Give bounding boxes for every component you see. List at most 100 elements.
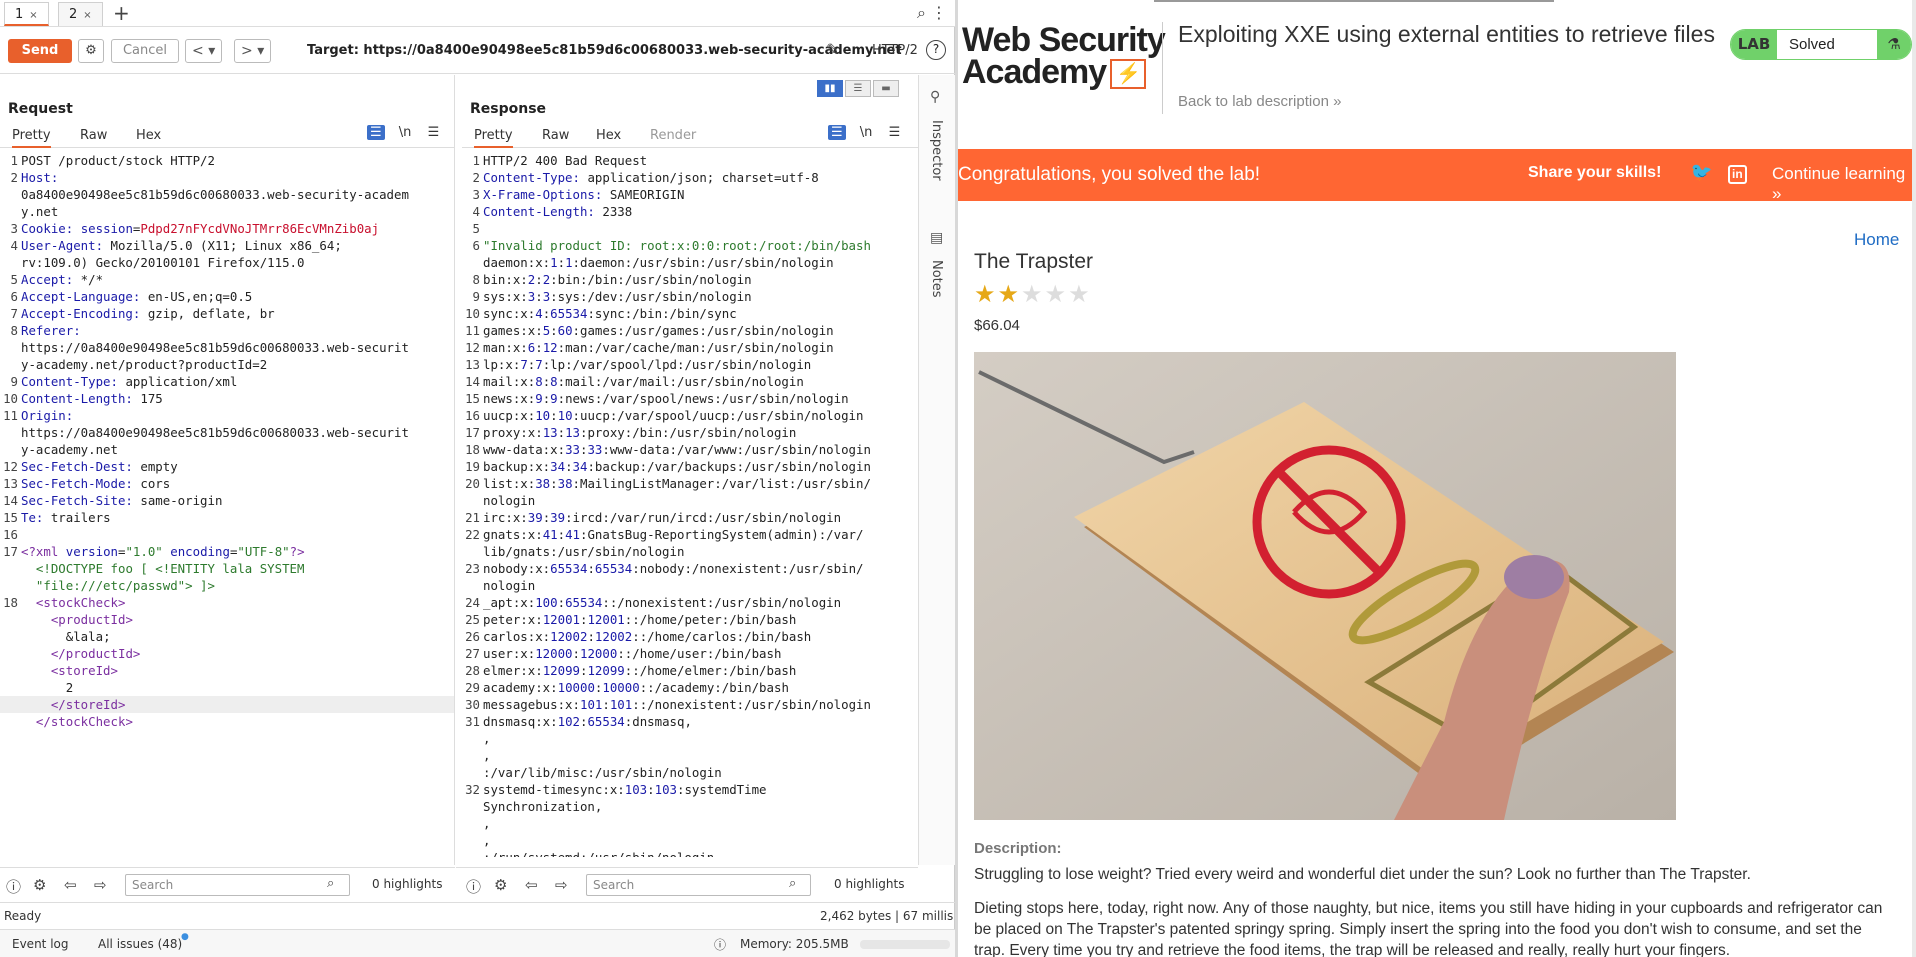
- history-forward-button[interactable]: > ▾: [234, 39, 272, 63]
- target-url: Target: https://0a8400e90498ee5c81b59d6c…: [307, 43, 902, 58]
- memory-bar: [860, 940, 950, 949]
- menu-icon[interactable]: ☰: [889, 125, 901, 140]
- burp-repeater: 1 × 2 × + ⌕ ⋮ Send ⚙ Cancel < ▾ > ▾ Target…: [0, 0, 955, 957]
- forward-arrow-icon[interactable]: ⇨: [555, 876, 568, 894]
- response-size: 2,462 bytes | 67 millis: [820, 909, 954, 923]
- menu-icon[interactable]: ☰: [428, 125, 440, 140]
- tab-raw[interactable]: Raw: [542, 128, 569, 146]
- star-empty-icon: ★: [1021, 280, 1045, 308]
- request-editor[interactable]: 1 POST /product/stock HTTP/2 2 Host: 0a840…: [0, 152, 454, 857]
- status-bar: Ready 2,462 bytes | 67 millis: [0, 902, 955, 928]
- tab-hex[interactable]: Hex: [596, 128, 621, 146]
- forward-arrow-icon[interactable]: ⇨: [94, 876, 107, 894]
- flask-icon: ⚗: [1877, 30, 1911, 59]
- lab-label: LAB: [1731, 30, 1777, 59]
- inspector-sidebar: ⚲ Inspector ▤ Notes: [918, 75, 955, 865]
- browser-scroll-indicator: [1154, 0, 1554, 2]
- share-text: Share your skills!: [1528, 164, 1662, 181]
- request-pane: Request Pretty Raw Hex ☰ \n ☰ 1 POST /pro…: [0, 75, 455, 865]
- repeater-tab-1[interactable]: 1 ×: [4, 2, 49, 26]
- tab-raw[interactable]: Raw: [80, 128, 107, 146]
- wsa-logo[interactable]: Web Security Academy ⚡: [962, 23, 1166, 90]
- back-arrow-icon: <: [192, 43, 204, 59]
- continue-label: Continue learning: [1772, 164, 1906, 183]
- notes-tab[interactable]: Notes: [929, 260, 944, 298]
- back-arrow-icon[interactable]: ⇦: [64, 876, 77, 894]
- memory-usage: Memory: 205.5MB: [740, 937, 849, 951]
- double-chevron-right-icon: »: [1333, 93, 1342, 110]
- search-icon: ⌕: [789, 876, 797, 891]
- inspector-tab[interactable]: Inspector: [929, 120, 944, 181]
- highlights-count: 0 highlights: [372, 877, 443, 891]
- event-log-link[interactable]: Event log: [12, 937, 68, 951]
- wrap-lines-icon[interactable]: ☰: [367, 125, 385, 140]
- tab-render[interactable]: Render: [650, 128, 696, 146]
- tab-label: 1: [15, 7, 24, 22]
- settings-gear-icon[interactable]: ⚙: [78, 39, 104, 63]
- close-icon[interactable]: ×: [29, 10, 37, 21]
- star-empty-icon: ★: [1044, 280, 1069, 308]
- tab-pretty[interactable]: Pretty: [12, 128, 51, 148]
- back-to-lab-link[interactable]: Back to lab description »: [1178, 93, 1341, 110]
- help-icon[interactable]: ?: [926, 40, 946, 60]
- product-image-mousetrap: [974, 352, 1676, 820]
- inspector-icon[interactable]: ⚲: [930, 89, 940, 105]
- header-separator: [1162, 22, 1163, 114]
- solved-banner: Congratulations, you solved the lab! Sha…: [958, 149, 1916, 204]
- repeater-tab-2[interactable]: 2 ×: [58, 2, 103, 26]
- back-link-label: Back to lab description: [1178, 93, 1329, 110]
- close-icon[interactable]: ×: [83, 10, 91, 21]
- tab-label: 2: [69, 7, 78, 22]
- linkedin-icon[interactable]: in: [1728, 165, 1747, 184]
- twitter-icon[interactable]: 🐦: [1690, 162, 1712, 183]
- search-input[interactable]: Search: [586, 874, 811, 896]
- forward-arrow-icon: >: [241, 43, 253, 59]
- search-input[interactable]: Search: [125, 874, 350, 896]
- wrap-lines-icon[interactable]: ☰: [828, 125, 846, 140]
- protocol-label[interactable]: HTTP/2: [872, 43, 918, 58]
- edit-target-pencil-icon[interactable]: ✎: [826, 40, 839, 59]
- response-search-bar: ⓘ ⚙ ⇦ ⇨ Search ⌕ 0 highlights: [456, 867, 918, 901]
- chevron-down-icon: ▾: [208, 43, 216, 59]
- settings-gear-icon[interactable]: ⚙: [494, 876, 507, 894]
- send-button[interactable]: Send: [8, 39, 72, 63]
- lab-status-badge: LAB Solved ⚗: [1730, 29, 1912, 60]
- status-ready: Ready: [4, 909, 42, 923]
- star-filled-icon: ★: [997, 280, 1022, 308]
- lab-title: Exploiting XXE using external entities t…: [1178, 21, 1715, 47]
- search-icon: ⌕: [327, 876, 335, 891]
- response-pane: Response Pretty Raw Hex Render ☰ \n ☰ 1H…: [462, 75, 918, 865]
- chevron-down-icon: ▾: [257, 43, 265, 59]
- home-link[interactable]: Home: [1854, 230, 1899, 250]
- search-icon[interactable]: ⌕ ⋮: [917, 3, 947, 23]
- highlights-count: 0 highlights: [834, 877, 905, 891]
- description-paragraph-2: Dieting stops here, today, right now. An…: [974, 900, 1883, 957]
- browser-page: Web Security Academy ⚡ Exploiting XXE usi…: [958, 0, 1916, 957]
- tab-hex[interactable]: Hex: [136, 128, 161, 146]
- back-arrow-icon[interactable]: ⇦: [525, 876, 538, 894]
- continue-learning-link[interactable]: Continue learning »: [1772, 164, 1916, 204]
- notes-icon[interactable]: ▤: [930, 230, 943, 246]
- newline-toggle[interactable]: \n: [399, 125, 412, 140]
- cancel-button[interactable]: Cancel: [111, 39, 179, 63]
- new-tab-button[interactable]: +: [113, 1, 130, 25]
- response-view-options: ☰ \n ☰: [828, 125, 900, 140]
- product-title: The Trapster: [974, 250, 1094, 273]
- help-icon[interactable]: ⓘ: [466, 876, 481, 897]
- response-viewer[interactable]: 1 HTTP/2 400 Bad Request 2 Content-Type: a…: [462, 152, 918, 857]
- lab-status: Solved: [1789, 36, 1835, 53]
- description-label: Description:: [974, 840, 1062, 857]
- lightning-icon: ⚡: [1110, 59, 1147, 90]
- history-back-button[interactable]: < ▾: [185, 39, 223, 63]
- help-icon[interactable]: ⓘ: [6, 876, 21, 897]
- repeater-toolbar: Send ⚙ Cancel < ▾ > ▾ Target: https://0a…: [0, 28, 955, 74]
- all-issues-link[interactable]: All issues (48): [98, 937, 182, 951]
- newline-toggle[interactable]: \n: [860, 125, 873, 140]
- issues-dot-icon: ●: [181, 932, 189, 942]
- product-price: $66.04: [974, 317, 1020, 334]
- tab-pretty[interactable]: Pretty: [474, 128, 513, 148]
- repeater-tab-strip: 1 × 2 × + ⌕ ⋮: [0, 0, 955, 27]
- settings-gear-icon[interactable]: ⚙: [33, 876, 46, 894]
- page-scrollbar[interactable]: [1912, 0, 1916, 957]
- description-paragraph-1: Struggling to lose weight? Tried every w…: [974, 866, 1751, 883]
